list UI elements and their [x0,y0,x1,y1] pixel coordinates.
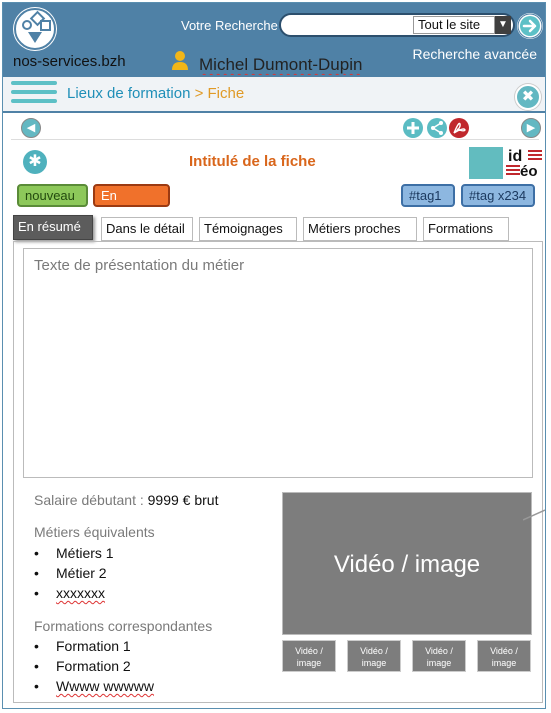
tab-content: Texte de présentation du métier Salaire … [13,241,543,703]
salary: Salaire débutant : 9999 € brut [34,492,218,508]
breadcrumb-separator: > [194,85,204,102]
pdf-icon[interactable] [449,118,469,138]
salary-value: 9999 € brut [147,492,219,508]
user-name[interactable]: Michel Dumont-Dupin [199,55,362,75]
arrow-right-circle-icon[interactable] [517,13,543,39]
share-icon[interactable] [427,118,447,138]
fiche-title: Intitulé de la fiche [189,153,316,170]
close-icon[interactable]: ✖ [515,84,541,110]
user-icon[interactable] [171,50,189,70]
search-box: Tout le site ▼ [279,13,515,37]
tab-resume[interactable]: En résumé [13,215,93,240]
breadcrumb: Lieux de formation > Fiche [67,85,244,102]
advanced-search-link[interactable]: Recherche avancée [412,46,537,62]
chevron-down-icon[interactable]: ▼ [495,16,511,34]
video-thumbnail[interactable]: Vidéo / image [412,640,466,672]
search-label: Votre Recherche [181,18,278,33]
formations-list: Formation 1 Formation 2 Wwww wwwww [34,636,154,696]
tab-metiers-proches[interactable]: Métiers proches [303,217,417,241]
search-input[interactable] [291,17,411,33]
presentation-box: Texte de présentation du métier [23,248,533,478]
tag-link[interactable]: #tag x234 [461,184,535,207]
tab-temoignages[interactable]: Témoignages [199,217,297,241]
hamburger-menu-icon[interactable] [11,81,57,111]
salary-label: Salaire débutant : [34,492,144,508]
presentation-text: Texte de présentation du métier [34,257,245,274]
tabs: En résumé Dans le détail Témoignages Mét… [13,215,543,241]
list-item[interactable]: Formation 1 [34,636,154,656]
svg-text:éo: éo [520,163,538,180]
equivalent-jobs-list: Métiers 1 Métier 2 xxxxxxx [34,543,114,603]
search-scope-select[interactable]: Tout le site [413,16,495,34]
ideo-logo: id éo [506,146,542,180]
list-item[interactable]: xxxxxxx [34,583,114,603]
video-thumbnail[interactable]: Vidéo / image [282,640,336,672]
list-item[interactable]: Métiers 1 [34,543,114,563]
video-thumbnail[interactable]: Vidéo / image [347,640,401,672]
callout-pointer [523,509,545,521]
header: nos-services.bzh Votre Recherche Tout le… [3,3,545,75]
list-item[interactable]: Métier 2 [34,563,114,583]
tab-formations[interactable]: Formations [423,217,509,241]
app-frame: nos-services.bzh Votre Recherche Tout le… [2,2,546,709]
asterisk-icon[interactable]: ✱ [23,150,47,174]
plus-circle-icon[interactable] [403,118,423,138]
chevron-right-icon[interactable]: ▶ [521,118,541,138]
fiche-nav-row: ◀ ▶ [11,116,541,140]
site-name[interactable]: nos-services.bzh [13,53,126,70]
status-badge-tension: En tension [93,184,170,222]
breadcrumb-current: Fiche [207,85,245,102]
video-player[interactable]: Vidéo / image [282,492,532,635]
shapes-logo-icon[interactable] [13,7,57,51]
formations-label: Formations correspondantes [34,618,213,634]
list-item[interactable]: Formation 2 [34,656,154,676]
list-item[interactable]: Wwww wwwww [34,676,154,696]
tag-link[interactable]: #tag1 [401,184,455,207]
breadcrumb-bar: Lieux de formation > Fiche ✖ [3,75,545,113]
partner-image [469,147,503,179]
equivalent-jobs-label: Métiers équivalents [34,524,155,540]
chevron-left-icon[interactable]: ◀ [21,118,41,138]
status-badge-new: nouveau [17,184,88,207]
tab-detail[interactable]: Dans le détail [101,217,193,241]
video-thumbnail[interactable]: Vidéo / image [477,640,531,672]
breadcrumb-parent[interactable]: Lieux de formation [67,85,190,102]
